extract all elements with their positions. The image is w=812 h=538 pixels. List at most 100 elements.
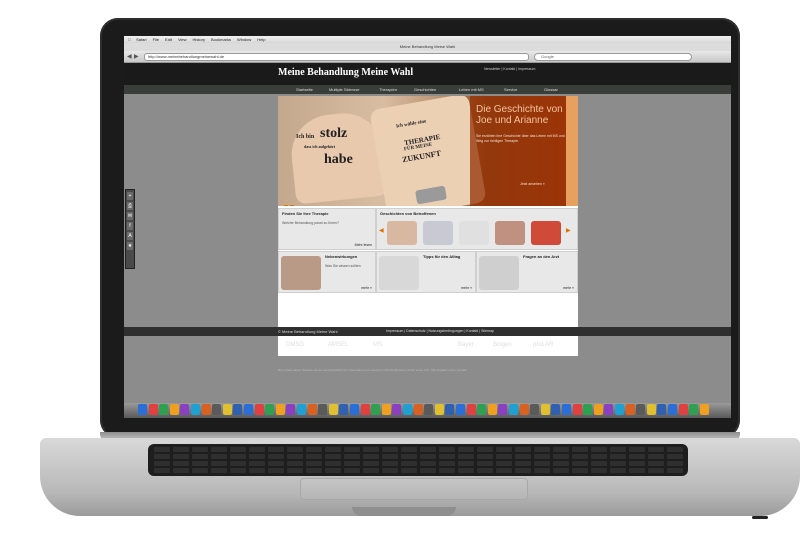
hero-banner[interactable]: Ich bin stolz dass ich aufgehört habe Ic… [278, 96, 578, 206]
teaser-link[interactable]: mehr » [361, 286, 372, 290]
nav-item[interactable]: Startseite [296, 85, 313, 94]
hero-side-tab[interactable] [566, 96, 578, 206]
menubar-item[interactable]: Window [237, 37, 251, 42]
site-title[interactable]: Meine Behandlung Meine Wahl [278, 67, 413, 78]
dock-app-icon[interactable] [519, 404, 529, 415]
dock-app-icon[interactable] [413, 404, 423, 415]
dock-app-icon[interactable] [244, 404, 253, 415]
dock-app-icon[interactable] [434, 404, 444, 415]
dock-app-icon[interactable] [604, 404, 614, 415]
dock-app-icon[interactable] [498, 404, 508, 415]
teaser-box[interactable]: Finden Sie Ihre Therapie Welche Behandlu… [278, 208, 376, 250]
dock-app-icon[interactable] [540, 404, 550, 415]
apple-icon[interactable]:  [128, 37, 131, 42]
nav-item[interactable]: Therapien [379, 85, 397, 94]
chevron-left-icon[interactable]: ◀ [379, 227, 384, 234]
dock-app-icon[interactable] [307, 404, 317, 415]
teaser-link[interactable]: mehr » [461, 286, 472, 290]
partner-logo[interactable]: MS [373, 342, 382, 348]
dock-app-icon[interactable] [371, 404, 381, 415]
dock-app-icon[interactable] [509, 404, 518, 415]
carousel-dots[interactable] [284, 196, 296, 206]
search-input[interactable]: Google [534, 53, 692, 61]
dock-app-icon[interactable] [381, 404, 391, 415]
dock-app-icon[interactable] [636, 404, 646, 415]
dock-app-icon[interactable] [350, 404, 359, 415]
dock-app-icon[interactable] [646, 404, 656, 415]
dock-app-icon[interactable] [201, 404, 211, 415]
story-thumbnail[interactable] [423, 221, 453, 245]
dock-app-icon[interactable] [456, 404, 465, 415]
dock-app-icon[interactable] [562, 404, 571, 415]
url-field[interactable]: http://www.meinebehandlungmeinewahl.de [144, 53, 529, 61]
dock-app-icon[interactable] [233, 404, 243, 415]
menubar-item[interactable]: Bookmarks [211, 37, 231, 42]
dock-app-icon[interactable] [572, 404, 582, 415]
dock-app-icon[interactable] [477, 404, 487, 415]
partner-logo[interactable]: Biogen [493, 342, 512, 348]
bookmark-icon[interactable]: ★ [127, 242, 133, 250]
dock-app-icon[interactable] [487, 404, 497, 415]
dock-app-icon[interactable] [318, 404, 328, 415]
header-links[interactable]: Newsletter | Kontakt | Impressum [484, 67, 604, 72]
dock-app-icon[interactable] [169, 404, 179, 415]
partner-logo[interactable]: AMSEL [328, 342, 348, 348]
back-icon[interactable]: ◀ [127, 53, 132, 60]
dock-app-icon[interactable] [275, 404, 285, 415]
dock-app-icon[interactable] [615, 404, 624, 415]
dock-app-icon[interactable] [138, 404, 147, 415]
menubar-item[interactable]: History [193, 37, 205, 42]
facebook-icon[interactable]: f [127, 222, 133, 230]
stories-box[interactable]: Geschichten von Betroffenen ◀ ▶ [376, 208, 578, 250]
nav-item[interactable]: Geschichten [414, 85, 436, 94]
menubar-item[interactable]: View [178, 37, 187, 42]
teaser-box[interactable]: Fragen an den Arzt mehr » [476, 251, 578, 293]
dock-app-icon[interactable] [392, 404, 402, 415]
forward-icon[interactable]: ▶ [134, 53, 139, 60]
story-thumbnail[interactable] [495, 221, 525, 245]
dock-app-icon[interactable] [191, 404, 200, 415]
menubar-items[interactable]: Safari File Edit View History Bookmarks Window… [136, 37, 271, 42]
dock-app-icon[interactable] [339, 404, 349, 415]
dock-app-icon[interactable] [212, 404, 222, 415]
dock-app-icon[interactable] [180, 404, 190, 415]
story-thumbnail[interactable] [387, 221, 417, 245]
hero-more-link[interactable]: Jetzt ansehen » [520, 182, 545, 186]
menubar-item[interactable]: File [153, 37, 159, 42]
dock-app-icon[interactable] [328, 404, 338, 415]
dock-app-icon[interactable] [657, 404, 667, 415]
footer-links[interactable]: Impressum | Datenschutz | Nutzungsbeding… [386, 327, 494, 336]
partner-logo[interactable]: DMSG [286, 342, 304, 348]
dock-app-icon[interactable] [551, 404, 561, 415]
dock-app-icon[interactable] [159, 404, 169, 415]
share-icon[interactable]: + [127, 192, 133, 200]
chevron-right-icon[interactable]: ▶ [566, 227, 571, 234]
dock-app-icon[interactable] [297, 404, 306, 415]
dock-app-icon[interactable] [466, 404, 476, 415]
dock-app-icon[interactable] [689, 404, 699, 415]
nav-item[interactable]: Leben mit MS [459, 85, 484, 94]
menubar-item[interactable]: Help [257, 37, 265, 42]
dock-app-icon[interactable] [148, 404, 158, 415]
dock-app-icon[interactable] [625, 404, 635, 415]
menubar-item[interactable]: Edit [165, 37, 172, 42]
story-thumbnail[interactable] [459, 221, 489, 245]
dock-app-icon[interactable] [286, 404, 296, 415]
dock-icons[interactable] [138, 404, 718, 416]
dock-app-icon[interactable] [583, 404, 593, 415]
dock-app-icon[interactable] [699, 404, 709, 415]
teaser-link[interactable]: mehr » [563, 286, 574, 290]
dock-app-icon[interactable] [530, 404, 540, 415]
teaser-box[interactable]: Nebenwirkungen Was Sie wissen sollten me… [278, 251, 376, 293]
dock-app-icon[interactable] [668, 404, 677, 415]
teaser-link[interactable]: Mehr lesen [355, 243, 372, 247]
teaser-box[interactable]: Tipps für den Alltag mehr » [376, 251, 476, 293]
partner-logo[interactable]: Bayer [458, 342, 474, 348]
dock-app-icon[interactable] [222, 404, 232, 415]
nav-item[interactable]: Glossar [544, 85, 558, 94]
dock-app-icon[interactable] [265, 404, 275, 415]
nav-item[interactable]: Service [504, 85, 517, 94]
dock-app-icon[interactable] [360, 404, 370, 415]
mail-icon[interactable]: ✉ [127, 212, 133, 220]
dock-app-icon[interactable] [445, 404, 455, 415]
